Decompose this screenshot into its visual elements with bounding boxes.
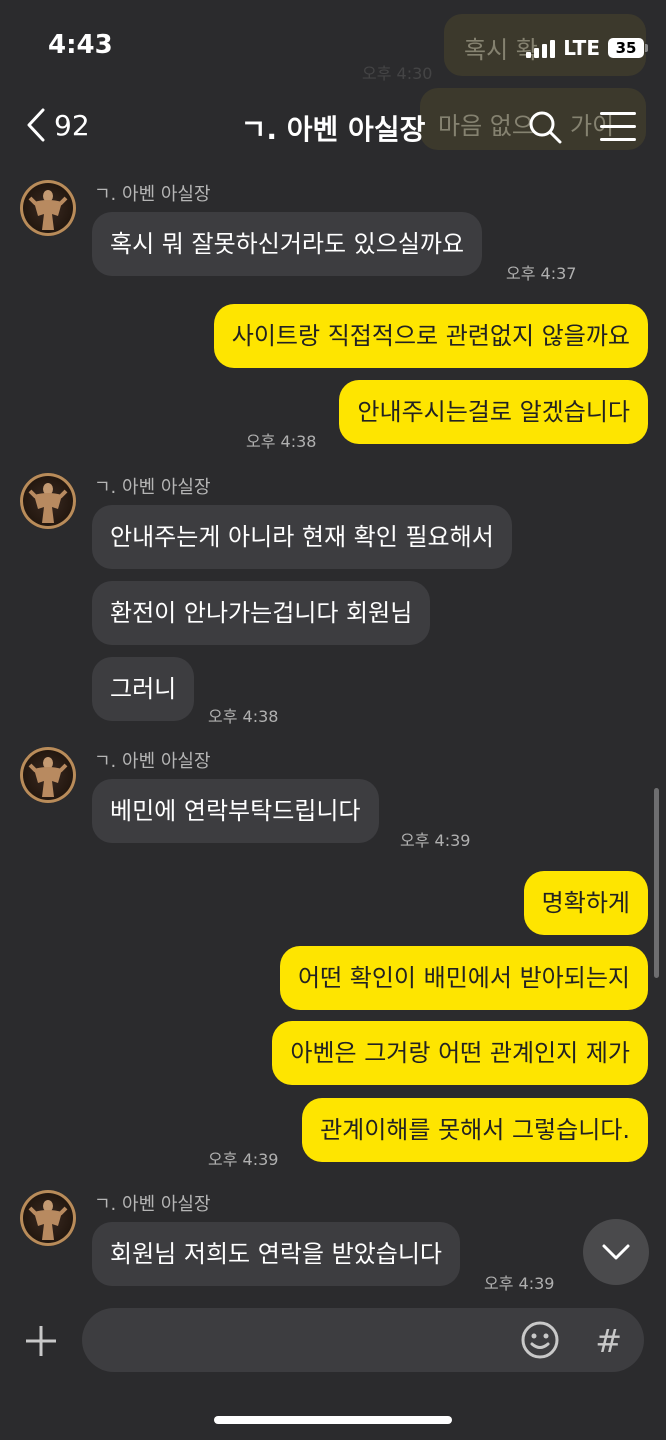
avatar[interactable] bbox=[20, 1190, 76, 1246]
plus-icon bbox=[26, 1326, 56, 1356]
search-icon bbox=[529, 111, 562, 144]
incoming-message[interactable]: 베민에 연락부탁드립니다 bbox=[92, 779, 379, 843]
sender-name: ㄱ. 아벤 아실장 bbox=[94, 1194, 211, 1215]
avatar[interactable] bbox=[20, 747, 76, 803]
sender-name: ㄱ. 아벤 아실장 bbox=[94, 184, 211, 205]
menu-icon bbox=[600, 112, 636, 141]
incoming-message[interactable]: 안내주는게 아니라 현재 확인 필요해서 bbox=[92, 505, 512, 569]
outgoing-message[interactable]: 명확하게 bbox=[523, 871, 648, 935]
status-icons: LTE 35 bbox=[526, 36, 648, 60]
avatar-figure-icon bbox=[28, 190, 68, 230]
avatar[interactable] bbox=[20, 473, 76, 529]
avatar-figure-icon bbox=[28, 757, 68, 797]
outgoing-message[interactable]: 안내주시는걸로 알겠습니다 bbox=[339, 380, 648, 444]
search-button[interactable] bbox=[528, 110, 562, 148]
outgoing-message[interactable]: 관계이해를 못해서 그렇습니다. bbox=[302, 1098, 648, 1162]
emoji-button[interactable] bbox=[520, 1320, 560, 1364]
avatar[interactable] bbox=[20, 180, 76, 236]
incoming-message[interactable]: 혹시 뭐 잘못하신거라도 있으실까요 bbox=[92, 212, 483, 276]
sender-name: ㄱ. 아벤 아실장 bbox=[94, 751, 211, 772]
chat-title: ㄱ. 아벤 아실장 bbox=[240, 113, 426, 146]
menu-button[interactable] bbox=[600, 112, 636, 151]
message-time: 오후 4:39 bbox=[208, 1150, 279, 1169]
battery-icon: 35 bbox=[608, 38, 648, 58]
chevron-down-icon bbox=[602, 1244, 630, 1260]
message-time: 오후 4:38 bbox=[246, 432, 317, 451]
avatar-figure-icon bbox=[28, 483, 68, 523]
attach-button[interactable] bbox=[24, 1324, 58, 1362]
scroll-to-bottom-button[interactable] bbox=[583, 1219, 649, 1285]
scrollbar[interactable] bbox=[654, 788, 659, 978]
network-label: LTE bbox=[563, 36, 600, 60]
sender-name: ㄱ. 아벤 아실장 bbox=[94, 477, 211, 498]
message-time: 오후 4:37 bbox=[506, 264, 577, 283]
incoming-message[interactable]: 회원님 저희도 연락을 받았습니다 bbox=[92, 1222, 461, 1286]
incoming-message[interactable]: 환전이 안나가는겁니다 회원님 bbox=[92, 581, 431, 645]
message-time: 오후 4:39 bbox=[400, 831, 471, 850]
status-time: 4:43 bbox=[48, 30, 113, 60]
status-bar: 4:43 LTE 35 bbox=[0, 0, 666, 90]
outgoing-message[interactable]: 아벤은 그거랑 어떤 관계인지 제가 bbox=[272, 1021, 648, 1085]
outgoing-message[interactable]: 사이트랑 직접적으로 관련없지 않을까요 bbox=[213, 304, 648, 368]
battery-level: 35 bbox=[615, 39, 637, 57]
signal-icon bbox=[526, 38, 556, 58]
message-time: 오후 4:39 bbox=[484, 1274, 555, 1293]
outgoing-message[interactable]: 어떤 확인이 배민에서 받아되는지 bbox=[279, 946, 648, 1010]
chat-header: 92 ㄱ. 아벤 아실장 bbox=[0, 96, 666, 160]
incoming-message[interactable]: 그러니 bbox=[92, 657, 195, 721]
message-input[interactable]: # bbox=[82, 1308, 644, 1372]
avatar-figure-icon bbox=[28, 1200, 68, 1240]
home-indicator bbox=[214, 1416, 452, 1424]
message-time: 오후 4:38 bbox=[208, 707, 279, 726]
emoji-icon bbox=[521, 1321, 559, 1359]
hashtag-button[interactable]: # bbox=[595, 1322, 622, 1360]
